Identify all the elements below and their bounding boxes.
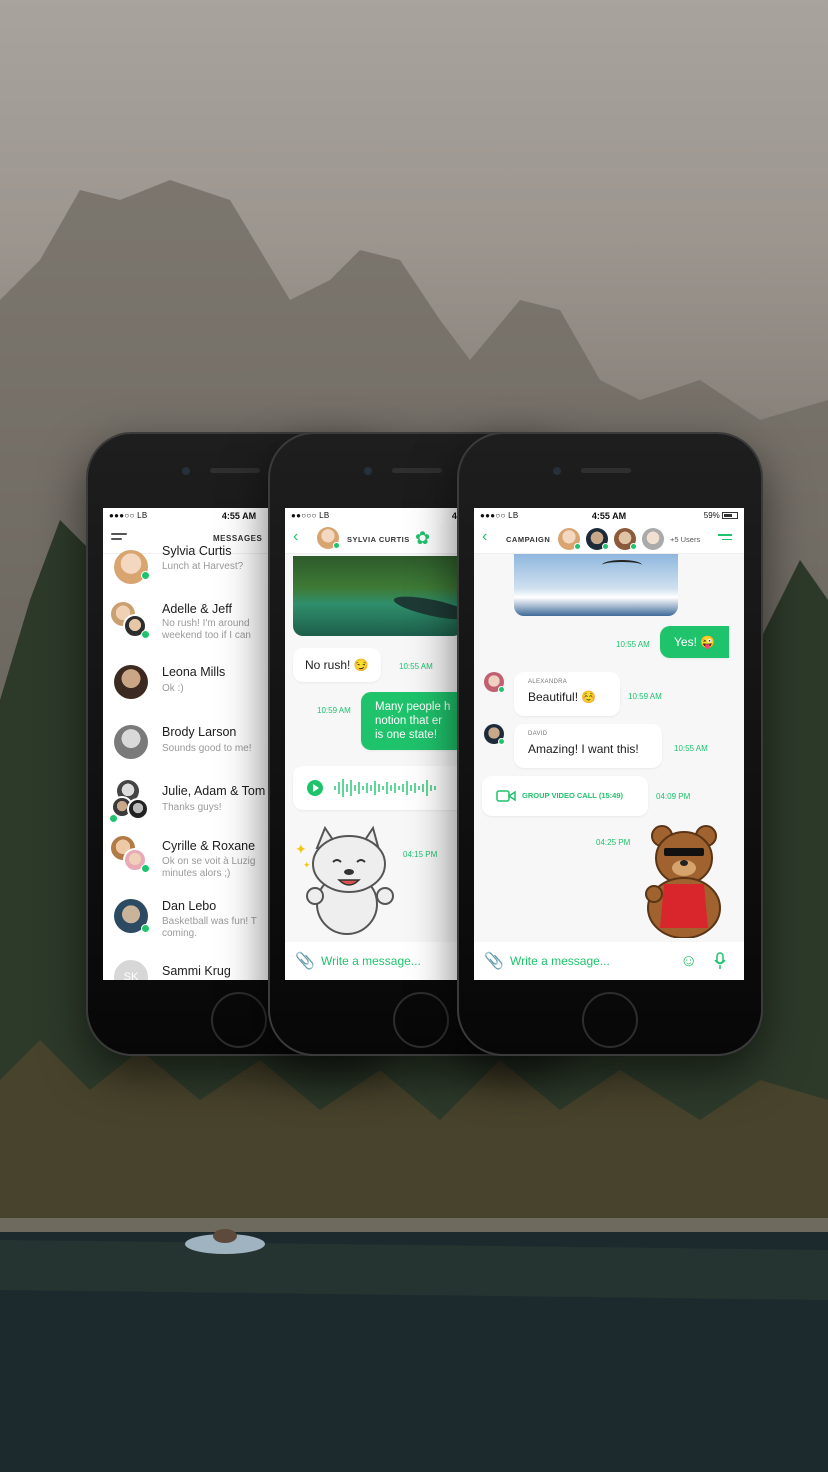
online-indicator <box>630 543 637 550</box>
message-time: 04:15 PM <box>403 850 438 859</box>
online-indicator <box>141 630 150 639</box>
message-text-line: notion that er <box>375 715 443 727</box>
battery-indicator: 59% <box>704 511 738 520</box>
shared-photo-paraglide[interactable] <box>514 554 678 616</box>
front-camera <box>364 467 372 475</box>
online-indicator <box>498 738 505 745</box>
avatar-tertiary <box>127 798 149 820</box>
speaker-grille <box>392 468 442 473</box>
message-time: 10:59 AM <box>317 706 351 715</box>
chat-name: Brody Larson <box>162 725 237 739</box>
online-indicator <box>574 543 581 550</box>
group-chat-screen: ●●●○○ LB 4:55 AM 59% ‹ CAMPAIGN +5 Users… <box>474 508 744 980</box>
chat-name: Sammi Krug <box>162 964 231 978</box>
chat-name: Adelle & Jeff <box>162 602 232 616</box>
svg-text:✦: ✦ <box>295 841 307 857</box>
message-input-bar: 📎 Write a message... ☺ <box>474 942 744 980</box>
chat-name: Dan Lebo <box>162 899 217 913</box>
chat-preview: No rush! I'm around weekend too if I can <box>162 618 251 641</box>
wolf-sticker[interactable]: ✦ ✦ <box>291 824 401 940</box>
group-title: CAMPAIGN <box>506 535 551 544</box>
more-users-label[interactable]: +5 Users <box>670 535 700 544</box>
voice-message[interactable] <box>293 766 473 810</box>
message-bubble-outgoing[interactable]: Yes! 😜 <box>660 626 730 658</box>
avatar <box>114 725 148 759</box>
chat-preview: Ok on se voit à Luzig minutes alors ;) <box>162 856 256 879</box>
chat-name: Sylvia Curtis <box>162 544 232 558</box>
battery-icon <box>722 512 738 519</box>
battery-percent: 59% <box>703 511 720 520</box>
chat-title: SYLVIA CURTIS <box>347 535 410 544</box>
message-text: No rush! 😏 <box>305 658 369 672</box>
chat-name: Cyrille & Roxane <box>162 839 256 853</box>
online-indicator <box>109 814 118 823</box>
paperclip-icon[interactable]: 📎 <box>484 951 504 971</box>
page-title: MESSAGES <box>213 534 263 543</box>
svg-text:✦: ✦ <box>303 860 311 870</box>
home-button[interactable] <box>211 992 267 1048</box>
play-icon[interactable] <box>307 780 323 796</box>
bear-sticker[interactable] <box>636 822 736 938</box>
video-camera-icon <box>496 790 516 802</box>
home-button[interactable] <box>582 992 638 1048</box>
back-chevron-icon[interactable]: ‹ <box>293 528 298 546</box>
online-indicator <box>602 543 609 550</box>
online-indicator <box>333 542 340 549</box>
message-text-line: Many people h <box>375 701 451 713</box>
waveform-icon <box>334 779 436 797</box>
speaker-grille <box>581 468 631 473</box>
back-chevron-icon[interactable]: ‹ <box>482 528 487 546</box>
filter-menu-icon[interactable] <box>718 534 732 540</box>
paperclip-icon[interactable]: 📎 <box>295 951 315 971</box>
online-indicator <box>141 864 150 873</box>
shared-photo-lake[interactable] <box>293 556 463 636</box>
message-time: 10:55 AM <box>399 662 433 671</box>
message-text: Amazing! I want this! <box>528 742 639 756</box>
avatar-initials: SK <box>114 960 148 980</box>
front-camera <box>553 467 561 475</box>
front-camera <box>182 467 190 475</box>
microphone-icon[interactable] <box>714 952 726 970</box>
message-text: Yes! 😜 <box>674 635 716 649</box>
emoji-icon[interactable]: ☺ <box>680 951 697 971</box>
group-video-call-card[interactable]: GROUP VIDEO CALL (15:49) <box>482 776 648 816</box>
message-text-line: is one state! <box>375 729 438 741</box>
message-time: 10:59 AM <box>628 692 662 701</box>
member-avatar[interactable] <box>642 528 664 550</box>
message-bubble-outgoing[interactable]: Many people h notion that er is one stat… <box>361 692 471 750</box>
online-indicator <box>141 571 150 580</box>
message-time: 04:25 PM <box>596 838 631 847</box>
avatar <box>114 665 148 699</box>
hamburger-icon[interactable] <box>111 533 127 543</box>
message-time: 10:55 AM <box>674 744 708 753</box>
message-input[interactable]: Write a message... <box>321 954 421 968</box>
message-bubble-incoming[interactable]: No rush! 😏 <box>293 648 381 682</box>
chat-preview: Basketball was fun! T coming. <box>162 916 257 939</box>
message-time: 10:55 AM <box>616 640 650 649</box>
home-button[interactable] <box>393 992 449 1048</box>
status-bar: ●●●○○ LB 4:55 AM 59% <box>474 508 744 524</box>
phone-group-chat: ●●●○○ LB 4:55 AM 59% ‹ CAMPAIGN +5 Users… <box>457 432 763 1056</box>
chat-name: Julie, Adam & Tom <box>162 784 266 798</box>
speaker-grille <box>210 468 260 473</box>
sender-name: ALEXANDRA <box>528 679 568 685</box>
message-bubble-incoming[interactable]: DAVID Amazing! I want this! <box>514 724 662 768</box>
message-time: 04:09 PM <box>656 792 691 801</box>
message-input[interactable]: Write a message... <box>510 954 610 968</box>
sender-name: DAVID <box>528 731 548 737</box>
online-indicator <box>498 686 505 693</box>
flower-logo-icon[interactable]: ✿ <box>415 528 430 549</box>
call-label: GROUP VIDEO CALL (15:49) <box>522 791 623 800</box>
message-text: Beautiful! ☺️ <box>528 690 597 704</box>
group-navbar: ‹ CAMPAIGN +5 Users <box>474 524 744 554</box>
online-indicator <box>141 924 150 933</box>
chat-name: Leona Mills <box>162 665 226 679</box>
message-bubble-incoming[interactable]: ALEXANDRA Beautiful! ☺️ <box>514 672 620 716</box>
carrier-label: ●●○○○ LB <box>291 511 330 520</box>
